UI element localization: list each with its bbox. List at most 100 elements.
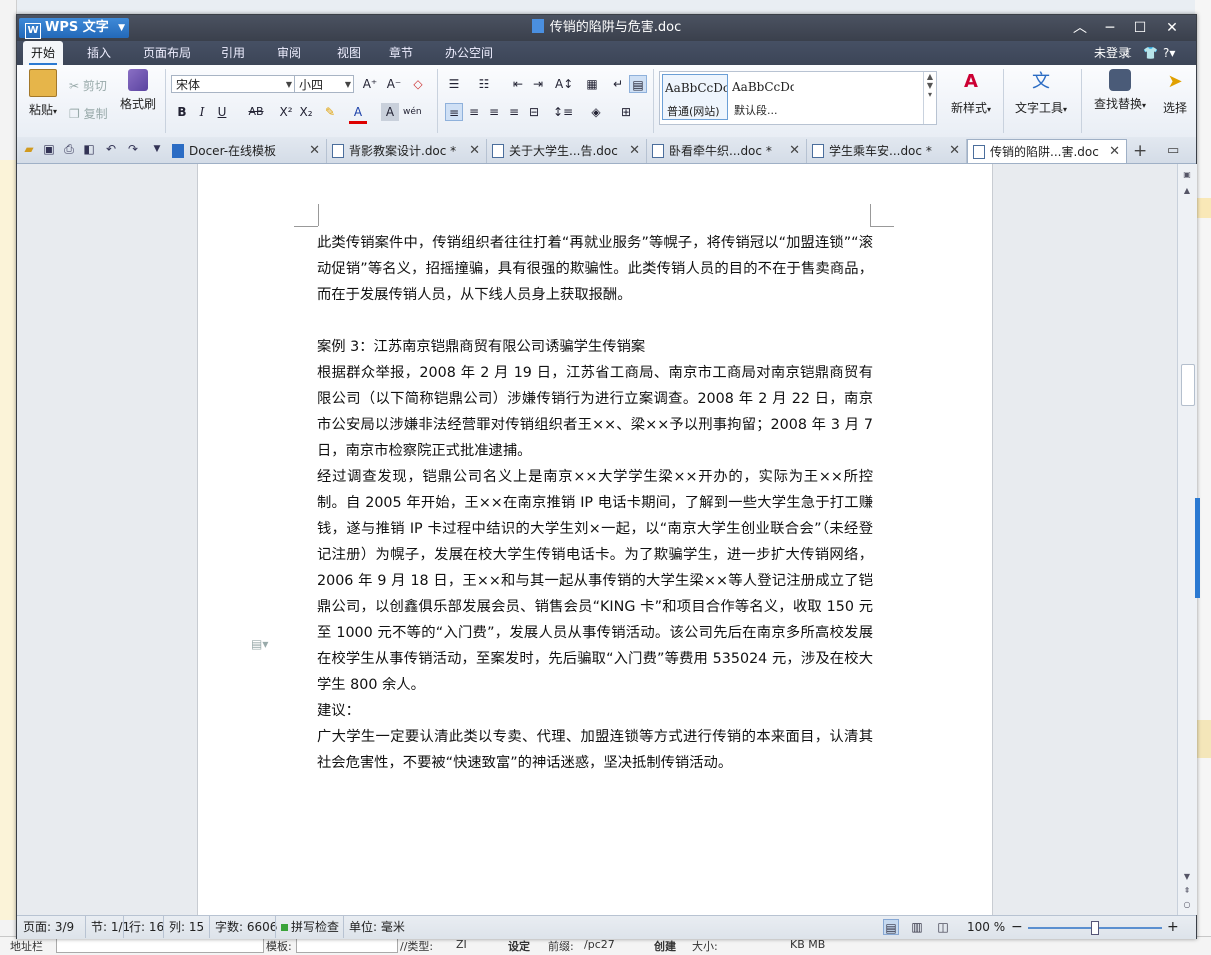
web-view-button[interactable]: ◫ bbox=[935, 919, 951, 935]
status-word-count[interactable]: 字数: 6606 bbox=[209, 916, 277, 938]
tab-document[interactable]: 背影教案设计.doc * ✕ bbox=[327, 139, 487, 163]
outline-view-button[interactable]: ▥ bbox=[909, 919, 925, 935]
prev-page-icon[interactable]: ⇞ bbox=[1181, 886, 1193, 898]
collapse-ribbon-icon[interactable]: ︿ bbox=[1065, 15, 1095, 41]
line-spacing-icon[interactable]: ↕≡ bbox=[553, 103, 573, 121]
styles-scroll[interactable]: ▲ ▼ ▾ bbox=[923, 72, 936, 124]
save-icon[interactable]: ▣ bbox=[41, 141, 57, 157]
zoom-out-icon[interactable]: − bbox=[1011, 916, 1023, 938]
document-page[interactable]: 此类传销案件中，传销组织者往往打着“再就业服务”等幌子，将传销冠以“加盟连锁”“… bbox=[197, 164, 993, 915]
status-page[interactable]: 页面: 3/9 bbox=[23, 916, 74, 938]
select-browse-icon[interactable]: ○ bbox=[1181, 900, 1193, 912]
align-center-button[interactable]: ≡ bbox=[465, 103, 483, 121]
shading-icon[interactable]: ◈ bbox=[587, 103, 605, 121]
style-default-paragraph[interactable]: AaBbCcDd 默认段... bbox=[730, 74, 796, 120]
text-direction-icon[interactable]: A↕ bbox=[555, 75, 573, 93]
font-name-select[interactable]: 宋体 ▼ bbox=[171, 75, 295, 93]
format-painter-button[interactable]: 格式刷 bbox=[117, 69, 159, 112]
close-icon[interactable]: ✕ bbox=[469, 139, 480, 163]
zoom-level[interactable]: 100 % bbox=[967, 916, 1005, 938]
close-icon[interactable]: ✕ bbox=[949, 139, 960, 163]
decrease-indent-icon[interactable]: ⇤ bbox=[509, 75, 527, 93]
justify-button[interactable]: ≡ bbox=[505, 103, 523, 121]
scroll-up-icon[interactable]: ▲ bbox=[1181, 186, 1193, 198]
vertical-scrollbar[interactable]: ▣ ▲ ▼ ⇞ ○ bbox=[1177, 164, 1197, 915]
new-tab-icon[interactable]: + bbox=[1133, 139, 1147, 163]
help-icon[interactable]: ?▾ bbox=[1163, 41, 1175, 65]
shirt-icon[interactable]: 👕 bbox=[1143, 41, 1158, 65]
tab-document[interactable]: 学生乘车安...doc * ✕ bbox=[807, 139, 967, 163]
page-view-button[interactable]: ▤ bbox=[883, 919, 899, 935]
select-button[interactable]: ➤ 选择 bbox=[1157, 69, 1193, 116]
menu-page-layout[interactable]: 页面布局 bbox=[135, 41, 199, 65]
undo-icon[interactable]: ↶ bbox=[103, 141, 119, 157]
table-icon[interactable]: ▦ bbox=[583, 75, 601, 93]
scroll-down-icon[interactable]: ▼ bbox=[1181, 872, 1193, 884]
menu-insert[interactable]: 插入 bbox=[79, 41, 119, 65]
border-icon[interactable]: ⊞ bbox=[617, 103, 635, 121]
paragraph[interactable]: 经过调查发现，铠鼎公司名义上是南京××大学学生梁××开办的，实际为王××所控制。… bbox=[317, 464, 873, 698]
tab-docer[interactable]: Docer-在线模板 ✕ bbox=[167, 139, 327, 163]
underline-button[interactable]: U bbox=[213, 103, 231, 121]
font-size-select[interactable]: 小四 ▼ bbox=[294, 75, 354, 93]
font-color-button[interactable]: A bbox=[349, 103, 367, 124]
show-hide-icon[interactable]: ▤ bbox=[629, 75, 647, 93]
scrollbar-thumb[interactable] bbox=[1181, 364, 1195, 406]
paragraph[interactable]: 建议： bbox=[317, 698, 873, 724]
tab-document[interactable]: 关于大学生...告.doc ✕ bbox=[487, 139, 647, 163]
char-shading-icon[interactable]: A bbox=[381, 103, 399, 121]
spell-check-toggle[interactable]: 拼写检查 bbox=[275, 916, 339, 938]
tab-active-document[interactable]: 传销的陷阱...害.doc ✕ bbox=[967, 139, 1127, 163]
grow-font-icon[interactable]: A⁺ bbox=[361, 75, 379, 93]
scroll-settings-icon[interactable]: ▣ bbox=[1181, 170, 1193, 182]
bullet-list-icon[interactable]: ☰ bbox=[445, 75, 463, 93]
skin-icon[interactable]: ☾ bbox=[1125, 41, 1136, 65]
print-preview-icon[interactable]: ◧ bbox=[81, 141, 97, 157]
maximize-button[interactable]: ☐ bbox=[1125, 15, 1155, 41]
menu-review[interactable]: 审阅 bbox=[269, 41, 309, 65]
phonetic-guide-icon[interactable]: wén bbox=[403, 103, 422, 121]
case-heading[interactable]: 案例 3：江苏南京铠鼎商贸有限公司诱骗学生传销案 bbox=[317, 334, 873, 360]
redo-icon[interactable]: ↷ bbox=[125, 141, 141, 157]
tab-document[interactable]: 卧看牵牛织...doc * ✕ bbox=[647, 139, 807, 163]
menu-home[interactable]: 开始 bbox=[23, 41, 64, 65]
side-panel-handle[interactable] bbox=[1195, 498, 1200, 598]
shrink-font-icon[interactable]: A⁻ bbox=[385, 75, 403, 93]
close-icon[interactable]: ✕ bbox=[629, 139, 640, 163]
subscript-button[interactable]: X₂ bbox=[297, 103, 315, 121]
minimize-button[interactable]: ─ bbox=[1095, 15, 1125, 41]
close-icon[interactable]: ✕ bbox=[1109, 140, 1120, 164]
increase-indent-icon[interactable]: ⇥ bbox=[529, 75, 547, 93]
bold-button[interactable]: B bbox=[173, 103, 191, 121]
menu-office-space[interactable]: 办公空间 bbox=[437, 41, 501, 65]
superscript-button[interactable]: X² bbox=[277, 103, 295, 121]
customize-qa-icon[interactable]: ▼ bbox=[149, 141, 165, 157]
close-icon[interactable]: ✕ bbox=[309, 139, 320, 163]
paragraph-mark-icon[interactable]: ↵ bbox=[609, 75, 627, 93]
align-left-button[interactable]: ≡ bbox=[445, 103, 463, 121]
zoom-in-icon[interactable]: + bbox=[1167, 916, 1179, 938]
menu-references[interactable]: 引用 bbox=[213, 41, 253, 65]
paragraph[interactable]: 广大学生一定要认清此类以专卖、代理、加盟连锁等方式进行传销的本来面目，认清其社会… bbox=[317, 724, 873, 776]
clear-format-icon[interactable]: ◇ bbox=[409, 75, 427, 93]
cut-button[interactable]: ✂ 剪切 bbox=[69, 77, 107, 94]
open-folder-icon[interactable]: ▰ bbox=[21, 141, 37, 157]
paragraph[interactable]: 此类传销案件中，传销组织者往往打着“再就业服务”等幌子，将传销冠以“加盟连锁”“… bbox=[317, 230, 873, 308]
paragraph[interactable]: 根据群众举报，2008 年 2 月 19 日，江苏省工商局、南京市工商局对南京铠… bbox=[317, 360, 873, 464]
menu-chapter[interactable]: 章节 bbox=[381, 41, 421, 65]
paragraph-layout-icon[interactable]: ▤▾ bbox=[251, 637, 268, 651]
print-icon[interactable]: ⎙ bbox=[61, 141, 77, 157]
text-tools-button[interactable]: 文 文字工具▾ bbox=[1009, 69, 1073, 116]
copy-button[interactable]: ❐ 复制 bbox=[69, 105, 108, 122]
close-icon[interactable]: ✕ bbox=[789, 139, 800, 163]
find-replace-button[interactable]: 查找替换▾ bbox=[1089, 69, 1151, 112]
highlight-icon[interactable]: ✎ bbox=[321, 103, 339, 121]
zoom-slider-handle[interactable] bbox=[1091, 921, 1099, 935]
numbered-list-icon[interactable]: ☷ bbox=[475, 75, 493, 93]
italic-button[interactable]: I bbox=[193, 103, 211, 121]
style-normal-web[interactable]: AaBbCcDc 普通(网站) bbox=[662, 74, 728, 120]
paragraph-blank[interactable] bbox=[317, 308, 873, 334]
paste-button[interactable]: 粘贴▾ bbox=[23, 69, 63, 118]
align-right-button[interactable]: ≡ bbox=[485, 103, 503, 121]
tab-list-icon[interactable]: ▭ bbox=[1167, 139, 1179, 163]
